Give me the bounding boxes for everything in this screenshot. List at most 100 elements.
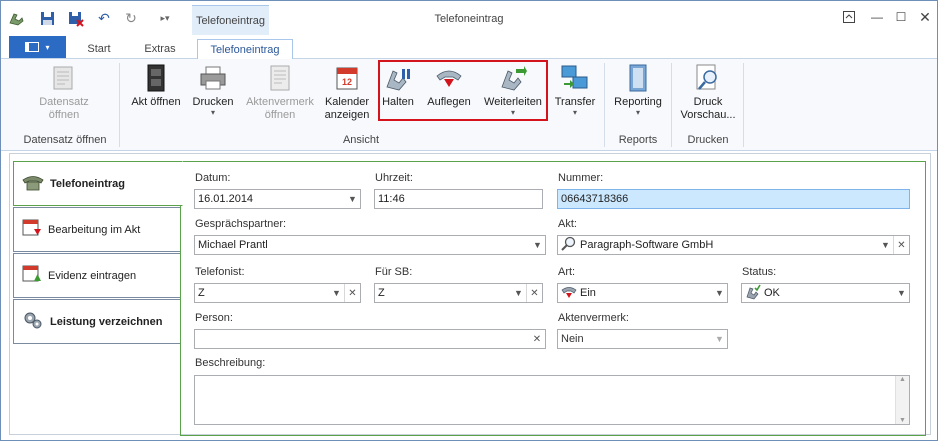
person-field[interactable]: ✕ [194,329,546,349]
reporting-button[interactable]: Reporting ▾ [611,62,665,132]
note-icon [265,62,295,94]
scrollbar[interactable]: ▲ ▼ [895,376,909,424]
report-icon [623,62,653,94]
fuer-sb-value: Z [378,287,385,299]
hang-up-icon [434,62,464,94]
chevron-down-icon[interactable]: ▼ [877,236,893,254]
chevron-down-icon[interactable]: ▼ [328,284,344,302]
group-label-drucken: Drucken [687,134,729,146]
chevron-down-icon: ▾ [45,42,50,52]
customize-qat-icon[interactable]: ▸▾ [156,10,174,27]
fuer-sb-field[interactable]: Z ▼ ✕ [374,283,543,303]
clear-icon[interactable]: ✕ [529,330,545,348]
ribbon-toggle-icon[interactable] [838,7,860,27]
group-label-datensatz: Datensatz öffnen [23,134,107,146]
sidebar-item-evidenz[interactable]: Evidenz eintragen [13,253,181,298]
redo-icon[interactable]: ↻ [122,10,140,27]
file-cabinet-icon [141,62,171,94]
fuer-sb-label: Für SB: [375,266,413,278]
tab-telefoneintrag[interactable]: Telefoneintrag [197,39,293,60]
uhrzeit-field[interactable]: 11:46 [374,189,543,209]
druck-vorschau-button[interactable]: Druck Vorschau... [677,62,739,132]
gespraechspartner-value: Michael Prantl [198,239,268,251]
druck-vorschau-label: Druck Vorschau... [680,96,736,121]
datensatz-oeffnen-button[interactable]: Datensatz öffnen [31,62,97,132]
chevron-down-icon[interactable]: ▼ [529,236,545,254]
nummer-field[interactable]: 06643718366 [557,189,910,209]
aktenvermerk-field[interactable]: Nein ▼ [557,329,728,349]
scroll-down-icon[interactable]: ▼ [899,417,906,424]
chevron-down-icon[interactable]: ▼ [344,190,360,208]
maximize-icon[interactable]: ☐ [890,7,912,27]
akt-oeffnen-label: Akt öffnen [131,96,181,108]
printer-icon [198,62,228,94]
window-title: Telefoneintrag [434,13,504,25]
person-label: Person: [195,312,233,324]
art-field[interactable]: Ein ▼ [557,283,728,303]
close-icon[interactable]: ✕ [914,7,936,27]
chevron-down-icon[interactable]: ▼ [510,284,526,302]
status-label: Status: [742,266,777,278]
gespraechspartner-label: Gesprächspartner: [195,218,287,230]
transfer-computers-icon [560,62,590,94]
save-close-icon[interactable] [67,10,85,27]
status-field[interactable]: OK ▼ [741,283,910,303]
svg-text:12: 12 [342,77,352,87]
application-window: ↶ ↻ ▸▾ Telefoneintrag Telefoneintrag — ☐… [0,0,938,441]
clear-icon[interactable]: ✕ [526,284,542,302]
chevron-down-icon[interactable]: ▼ [711,330,727,348]
datum-value: 16.01.2014 [198,193,254,205]
sidebar-item-label: Leistung verzeichnen [50,315,163,328]
chevron-down-icon[interactable]: ▼ [711,284,727,302]
nummer-label: Nummer: [558,172,604,184]
chevron-down-icon: ▾ [572,108,577,117]
incoming-call-icon [561,285,577,302]
kalender-anzeigen-button[interactable]: 12 Kalender anzeigen [321,62,373,132]
save-icon[interactable] [38,10,56,27]
minimize-icon[interactable]: — [866,7,888,27]
tab-extras[interactable]: Extras [139,39,181,59]
akt-oeffnen-button[interactable]: Akt öffnen [127,62,185,132]
uhrzeit-value: 11:46 [378,193,405,205]
kalender-label: Kalender anzeigen [324,96,370,121]
datum-field[interactable]: 16.01.2014 ▼ [194,189,361,209]
halten-button[interactable]: Halten [380,62,416,132]
akt-field[interactable]: Paragraph-Software GmbH ▼ ✕ [557,235,910,255]
aktenvermerk-label: Aktenvermerk öffnen [246,96,314,121]
telefonist-field[interactable]: Z ▼ ✕ [194,283,361,303]
auflegen-button[interactable]: Auflegen [423,62,475,132]
aktenvermerk-value: Nein [561,333,584,345]
tab-start[interactable]: Start [79,39,119,59]
sidebar-item-telefoneintrag[interactable]: Telefoneintrag [13,161,183,206]
file-menu-button[interactable]: ▾ [9,36,66,58]
ribbon-tab-row: ▾ Start Extras Telefoneintrag [1,35,937,60]
search-icon[interactable] [561,236,577,255]
sidebar-item-label: Telefoneintrag [50,177,125,190]
weiterleiten-button[interactable]: Weiterleiten ▾ [482,62,544,132]
app-phone-icon[interactable] [7,10,25,27]
file-menu-icon [25,42,40,52]
phone-icon [22,173,44,194]
gespraechspartner-field[interactable]: Michael Prantl ▼ [194,235,546,255]
title-bar: ↶ ↻ ▸▾ Telefoneintrag Telefoneintrag — ☐… [1,1,937,35]
scroll-up-icon[interactable]: ▲ [899,376,906,383]
drucken-button[interactable]: Drucken ▾ [189,62,237,132]
aktenvermerk-label: Aktenvermerk: [558,312,629,324]
transfer-button[interactable]: Transfer ▾ [550,62,600,132]
clear-icon[interactable]: ✕ [344,284,360,302]
akt-value: Paragraph-Software GmbH [580,239,714,251]
phone-ok-icon [745,284,761,303]
sidebar-item-bearbeitung[interactable]: Bearbeitung im Akt [13,207,181,252]
aktenvermerk-oeffnen-button[interactable]: Aktenvermerk öffnen [241,62,319,132]
phone-forward-icon [498,62,528,94]
undo-icon[interactable]: ↶ [95,10,113,27]
beschreibung-textarea[interactable]: ▲ ▼ [194,375,910,425]
sidebar-item-leistung[interactable]: Leistung verzeichnen [13,299,181,344]
status-value: OK [764,287,780,299]
chevron-down-icon: ▾ [510,108,515,117]
group-separator [671,63,672,147]
phone-hold-icon [383,62,413,94]
chevron-down-icon[interactable]: ▼ [893,284,909,302]
uhrzeit-label: Uhrzeit: [375,172,413,184]
clear-icon[interactable]: ✕ [893,236,909,254]
